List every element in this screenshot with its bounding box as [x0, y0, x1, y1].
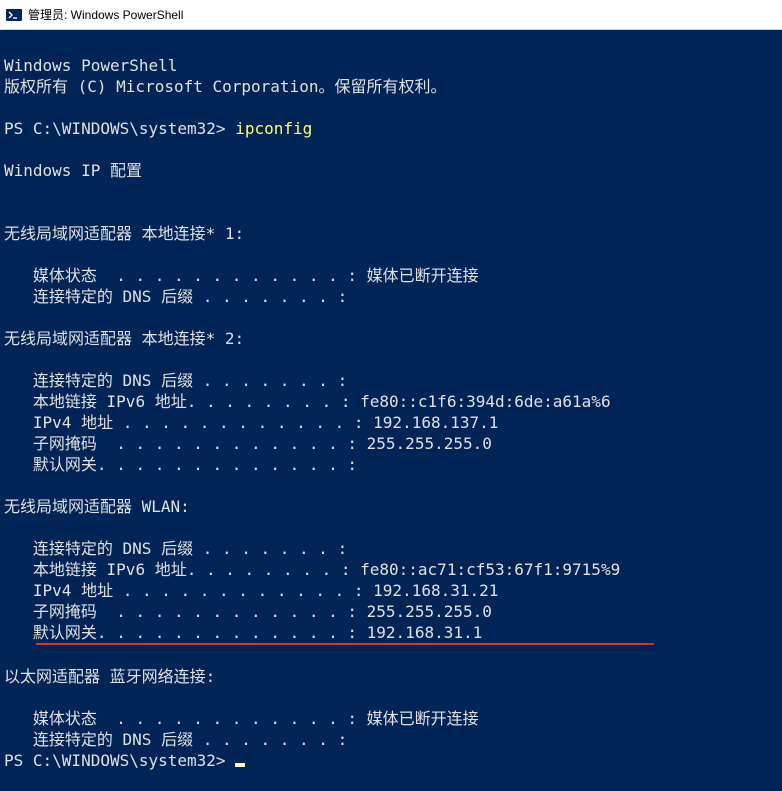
adapter-title: 无线局域网适配器 WLAN:	[4, 497, 190, 516]
dots: . . . . . . . . :	[187, 392, 351, 411]
dots: . . . . . . . . . . . . :	[97, 434, 357, 453]
dots: . . . . . . . . . . . . :	[97, 266, 357, 285]
dots: . . . . . . . :	[193, 539, 347, 558]
dots: . . . . . . . :	[193, 287, 347, 306]
config-value: 255.255.255.0	[357, 434, 492, 453]
command-input: ipconfig	[235, 119, 312, 138]
dots: . . . . . . . . . . . . . :	[97, 623, 357, 642]
banner-line2: 版权所有 (C) Microsoft Corporation。保留所有权利。	[4, 77, 446, 96]
adapter-title: 无线局域网适配器 本地连接* 2:	[4, 329, 244, 348]
config-label: IPv4 地址	[33, 413, 113, 432]
terminal-output[interactable]: Windows PowerShell 版权所有 (C) Microsoft Co…	[0, 30, 782, 775]
config-label: 连接特定的 DNS 后缀	[33, 371, 193, 390]
config-label: 子网掩码	[33, 602, 97, 621]
config-label: 默认网关	[33, 623, 97, 642]
config-value: fe80::ac71:cf53:67f1:9715%9	[350, 560, 620, 579]
config-value: 255.255.255.0	[357, 602, 492, 621]
window-titlebar[interactable]: 管理员: Windows PowerShell	[0, 0, 782, 30]
config-value: 192.168.31.21	[364, 581, 499, 600]
config-label: 默认网关	[33, 455, 97, 474]
prompt-path: PS C:\WINDOWS\system32>	[4, 119, 226, 138]
config-label: 本地链接 IPv6 地址	[33, 560, 187, 579]
cursor	[235, 763, 245, 767]
config-label: 媒体状态	[33, 709, 97, 728]
window-title: 管理员: Windows PowerShell	[28, 6, 183, 23]
dots: . . . . . . . . . . . . :	[113, 581, 363, 600]
dots: . . . . . . . . . . . . . :	[97, 455, 357, 474]
config-value: fe80::c1f6:394d:6de:a61a%6	[350, 392, 610, 411]
adapter-title: 以太网适配器 蓝牙网络连接:	[4, 667, 215, 686]
dots: . . . . . . . :	[193, 371, 347, 390]
config-value: 192.168.31.1	[357, 623, 482, 642]
dots: . . . . . . . . . . . . :	[97, 602, 357, 621]
config-label: IPv4 地址	[33, 581, 113, 600]
powershell-icon	[6, 7, 22, 23]
config-label: 连接特定的 DNS 后缀	[33, 539, 193, 558]
dots: . . . . . . . . . . . . :	[113, 413, 363, 432]
config-label: 子网掩码	[33, 434, 97, 453]
config-label: 媒体状态	[33, 266, 97, 285]
config-value: 媒体已断开连接	[357, 266, 479, 285]
ipconfig-header: Windows IP 配置	[4, 161, 142, 180]
config-label: 连接特定的 DNS 后缀	[33, 287, 193, 306]
banner-line1: Windows PowerShell	[4, 56, 177, 75]
highlight-underline	[36, 643, 654, 645]
config-label: 本地链接 IPv6 地址	[33, 392, 187, 411]
dots: . . . . . . . :	[193, 730, 347, 749]
adapter-title: 无线局域网适配器 本地连接* 1:	[4, 224, 244, 243]
config-label: 连接特定的 DNS 后缀	[33, 730, 193, 749]
dots: . . . . . . . . :	[187, 560, 351, 579]
config-value: 192.168.137.1	[364, 413, 499, 432]
prompt-path-2: PS C:\WINDOWS\system32>	[4, 751, 226, 770]
config-value: 媒体已断开连接	[357, 709, 479, 728]
dots: . . . . . . . . . . . . :	[97, 709, 357, 728]
